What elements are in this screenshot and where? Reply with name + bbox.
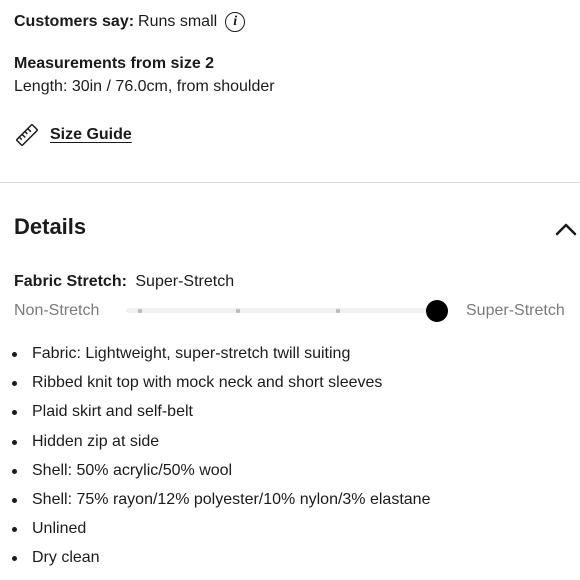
- details-bullet-list: Fabric: Lightweight, super-stretch twill…: [12, 343, 430, 577]
- size-guide-label[interactable]: Size Guide: [50, 126, 132, 144]
- fabric-stretch-value: Super-Stretch: [135, 273, 235, 290]
- list-item: Unlined: [12, 518, 430, 547]
- ruler-icon: [16, 124, 38, 146]
- list-item: Dry clean: [12, 547, 430, 576]
- stretch-min-label: Non-Stretch: [14, 302, 100, 319]
- fit-label: Customers say:: [14, 13, 135, 30]
- fabric-stretch-key: Fabric Stretch:: [14, 273, 127, 290]
- chevron-up-icon[interactable]: [554, 220, 578, 238]
- fit-value: Runs small: [138, 13, 218, 30]
- size-guide-link[interactable]: Size Guide: [14, 122, 132, 148]
- list-item: Fabric: Lightweight, super-stretch twill…: [12, 343, 430, 372]
- list-item: Plaid skirt and self-belt: [12, 401, 430, 430]
- list-item: Shell: 75% rayon/12% polyester/10% nylon…: [12, 489, 430, 518]
- info-icon[interactable]: i: [225, 12, 246, 32]
- stretch-max-label: Super-Stretch: [466, 302, 565, 319]
- stretch-indicator: [426, 300, 448, 322]
- measurements-length: Length: 30in / 76.0cm, from shoulder: [14, 78, 275, 95]
- list-item: Hidden zip at side: [12, 431, 430, 460]
- stretch-tick: [336, 309, 340, 313]
- measurements-title: Measurements from size 2: [14, 55, 215, 72]
- stretch-tick: [236, 309, 240, 313]
- list-item: Ribbed knit top with mock neck and short…: [12, 372, 430, 401]
- details-heading: Details: [14, 214, 87, 239]
- section-divider: [0, 182, 580, 183]
- stretch-tick: [138, 309, 142, 313]
- product-details-panel: Customers say: Runs small i Measurements…: [0, 0, 580, 580]
- fabric-stretch-label: Fabric Stretch: Super-Stretch: [14, 273, 234, 291]
- list-item: Shell: 50% acrylic/50% wool: [12, 460, 430, 489]
- stretch-scale-track: [126, 308, 446, 313]
- fit-feedback: Customers say: Runs small i: [14, 12, 246, 32]
